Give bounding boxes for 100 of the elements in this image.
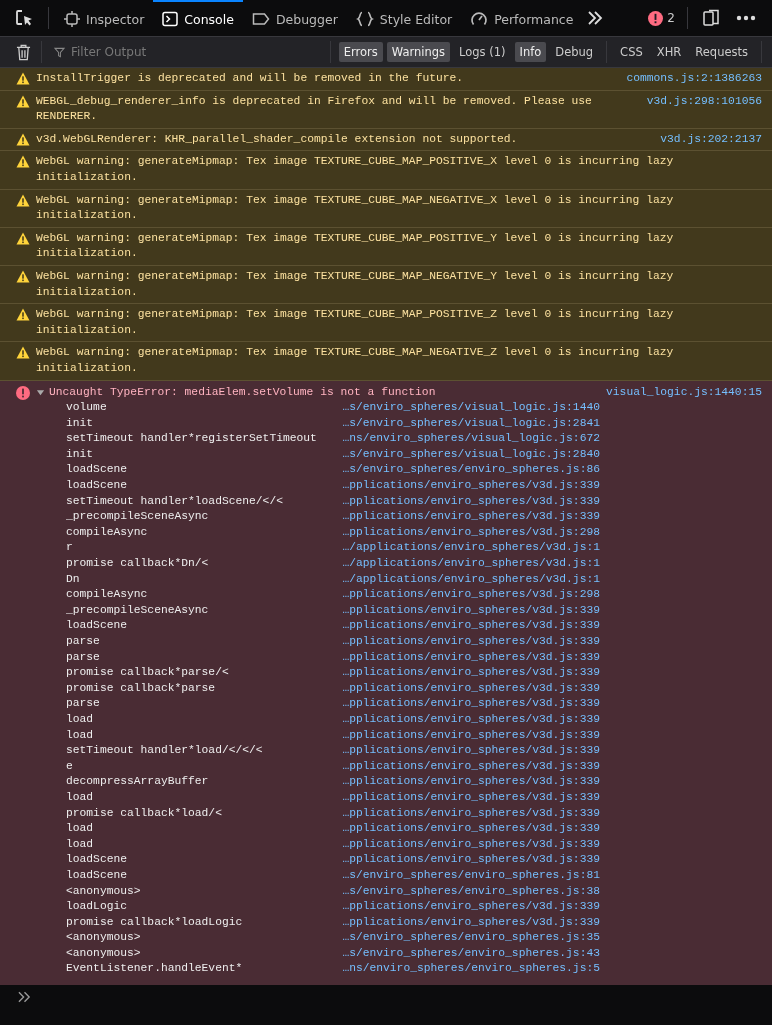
stack-frame-link[interactable]: …ns/enviro_spheres/enviro_spheres.js:5 [333,961,600,978]
devtools-tab[interactable]: Style Editor [346,0,462,36]
stack-frame-link[interactable]: …s/enviro_spheres/visual_logic.js:1440 [333,400,600,416]
stack-frame-function: setTimeout handler*registerSetTimeout [66,431,318,447]
source-link[interactable]: visual_logic.js:1440:15 [606,384,762,401]
stack-frame-link[interactable]: …pplications/enviro_spheres/v3d.js:339 [333,602,600,619]
terminal-icon [162,11,179,27]
stack-frame-link[interactable]: …pplications/enviro_spheres/v3d.js:339 [333,680,600,697]
trash-icon[interactable] [16,43,31,61]
source-link[interactable]: v3d.js:202:2137 [660,131,762,148]
warning-text: InstallTrigger is deprecated and will be removed in the future. [36,71,465,86]
braces-icon [355,11,374,27]
stack-frame-link[interactable]: …pplications/enviro_spheres/v3d.js:339 [333,789,600,806]
devtools-tab[interactable]: Inspector [55,0,154,36]
stack-frame-function: init [66,415,95,431]
stack-frame-function: compileAsync [66,587,149,603]
warning-icon [16,72,30,85]
stack-frame-link[interactable]: …pplications/enviro_spheres/v3d.js:339 [333,899,600,915]
stack-frame-link[interactable]: …s/enviro_spheres/visual_logic.js:2840 [333,446,600,463]
log-level-toggle[interactable]: Warnings [386,42,451,62]
stack-frame-link[interactable]: …/applications/enviro_spheres/v3d.js:1 [333,556,600,572]
prompt-chevron-icon [18,991,31,1003]
responsive-design-icon[interactable] [702,9,720,27]
stack-frame-link[interactable]: …s/enviro_spheres/enviro_spheres.js:86 [333,462,600,479]
stack-frame-link[interactable]: …pplications/enviro_spheres/v3d.js:339 [333,509,600,525]
stack-frame-link[interactable]: …pplications/enviro_spheres/v3d.js:339 [333,836,600,853]
warning-text: WebGL warning: generateMipmap: Tex image TEXTURE_CUBE_MAP_POSITIVE_Z level 0 is incurring lazy initialization. [36,307,675,338]
devtools-tab[interactable]: Performance [461,0,583,36]
stack-frame-link[interactable]: …pplications/enviro_spheres/v3d.js:339 [333,852,600,868]
request-filter-toggle[interactable]: CSS [615,42,648,62]
stack-frame-link[interactable]: …s/enviro_spheres/enviro_spheres.js:38 [333,883,600,900]
error-icon [648,10,664,26]
stack-frame-function: <anonymous> [66,883,142,899]
warning-text: WebGL warning: generateMipmap: Tex image TEXTURE_CUBE_MAP_NEGATIVE_X level 0 is incurring lazy initialization. [36,192,675,224]
stack-frame-link[interactable]: …s/enviro_spheres/enviro_spheres.js:81 [333,867,600,884]
stack-frame-link[interactable]: …pplications/enviro_spheres/v3d.js:339 [333,758,600,775]
stack-frame-function: setTimeout handler*load/</</< [66,743,264,759]
stack-frame-function: _precompileSceneAsync [66,509,210,525]
console-input[interactable] [0,985,772,1025]
stack-frame-link[interactable]: …pplications/enviro_spheres/v3d.js:339 [333,774,600,790]
stack-frame-link[interactable]: …pplications/enviro_spheres/v3d.js:339 [333,649,600,666]
stack-frame-link[interactable]: …pplications/enviro_spheres/v3d.js:339 [333,478,600,494]
source-link[interactable]: v3d.js:298:101056 [646,93,762,110]
request-filter-toggle[interactable]: Requests [690,42,753,62]
warning-icon [16,308,30,322]
more-options-icon[interactable] [736,15,756,21]
funnel-icon [54,46,65,58]
stack-frame-function: promise callback*load/< [66,805,223,821]
stack-frame-link[interactable]: …pplications/enviro_spheres/v3d.js:339 [333,821,600,837]
stack-frame-link[interactable]: …pplications/enviro_spheres/v3d.js:339 [333,711,600,728]
element-picker-icon[interactable] [14,8,34,28]
gauge-icon [470,11,489,27]
stack-frame-function: e [66,758,74,774]
request-filter-toggle[interactable]: XHR [651,42,687,62]
stack-frame-link[interactable]: …ns/enviro_spheres/visual_logic.js:672 [333,431,600,447]
stack-frame-link[interactable]: …pplications/enviro_spheres/v3d.js:339 [333,493,600,510]
stack-frame-function: decompressArrayBuffer [66,774,210,790]
stack-frame-link[interactable]: …s/enviro_spheres/visual_logic.js:2841 [333,415,600,432]
warning-icon [16,346,30,360]
stack-frame-function: EventListener.handleEvent* [66,961,244,977]
warning-icon [16,269,30,283]
stack-frame-function: loadScene [66,478,128,494]
stack-frame-function: loadLogic [66,899,128,915]
stack-frame-link[interactable]: …s/enviro_spheres/enviro_spheres.js:43 [333,945,600,962]
filter-field[interactable]: Filter Output [69,44,324,60]
log-level-toggle[interactable]: Errors [338,42,383,62]
log-level-toggle[interactable]: Debug [550,42,599,62]
warning-text: WebGL warning: generateMipmap: Tex image TEXTURE_CUBE_MAP_NEGATIVE_Z level 0 is incurring lazy initialization. [36,345,675,376]
stack-frame-function: loadScene [66,462,128,478]
devtools-tab[interactable]: Debugger [242,0,347,36]
warning-icon [16,231,30,245]
stack-frame-link[interactable]: …/applications/enviro_spheres/v3d.js:1 [333,540,600,557]
log-level-toggle[interactable]: Logs (1) [454,42,511,62]
stack-frame-link[interactable]: …pplications/enviro_spheres/v3d.js:339 [333,696,600,712]
stack-frame-link[interactable]: …pplications/enviro_spheres/v3d.js:339 [333,805,600,822]
stack-frame-function: parse [66,634,101,649]
stack-frame-link[interactable]: …pplications/enviro_spheres/v3d.js:339 [333,618,600,634]
warning-icon [16,94,30,108]
error-count[interactable]: 2 [642,10,681,26]
source-link[interactable]: commons.js:2:1386263 [626,71,762,87]
stack-frame-function: init [66,446,95,462]
stack-frame-function: compileAsync [66,524,149,540]
warning-text: WebGL warning: generateMipmap: Tex image TEXTURE_CUBE_MAP_NEGATIVE_Y level 0 is incurring lazy initialization. [36,268,675,300]
stack-frame-link[interactable]: …pplications/enviro_spheres/v3d.js:339 [333,634,600,650]
stack-frame-link[interactable]: …pplications/enviro_spheres/v3d.js:339 [333,727,600,744]
stack-frame-link[interactable]: …pplications/enviro_spheres/v3d.js:339 [333,914,600,931]
disclosure-triangle-icon[interactable] [36,387,45,397]
stack-frame-link[interactable]: …/applications/enviro_spheres/v3d.js:1 [333,571,600,588]
stack-frame-function: load [66,836,95,852]
stack-frame-function: load [66,789,95,805]
stack-frame-link[interactable]: …pplications/enviro_spheres/v3d.js:339 [333,743,600,759]
stack-frame-link[interactable]: …pplications/enviro_spheres/v3d.js:339 [333,665,600,681]
stack-frame-link[interactable]: …pplications/enviro_spheres/v3d.js:298 [333,587,600,603]
log-level-toggle[interactable]: Info [514,42,547,62]
more-tabs-chevron-icon[interactable] [586,10,605,26]
stack-frame-link[interactable]: …pplications/enviro_spheres/v3d.js:298 [333,524,600,541]
stack-frame-function: <anonymous> [66,930,142,946]
stack-frame-link[interactable]: …s/enviro_spheres/enviro_spheres.js:35 [333,930,600,946]
stack-frame-function: r [66,540,74,556]
warning-icon [16,193,30,207]
